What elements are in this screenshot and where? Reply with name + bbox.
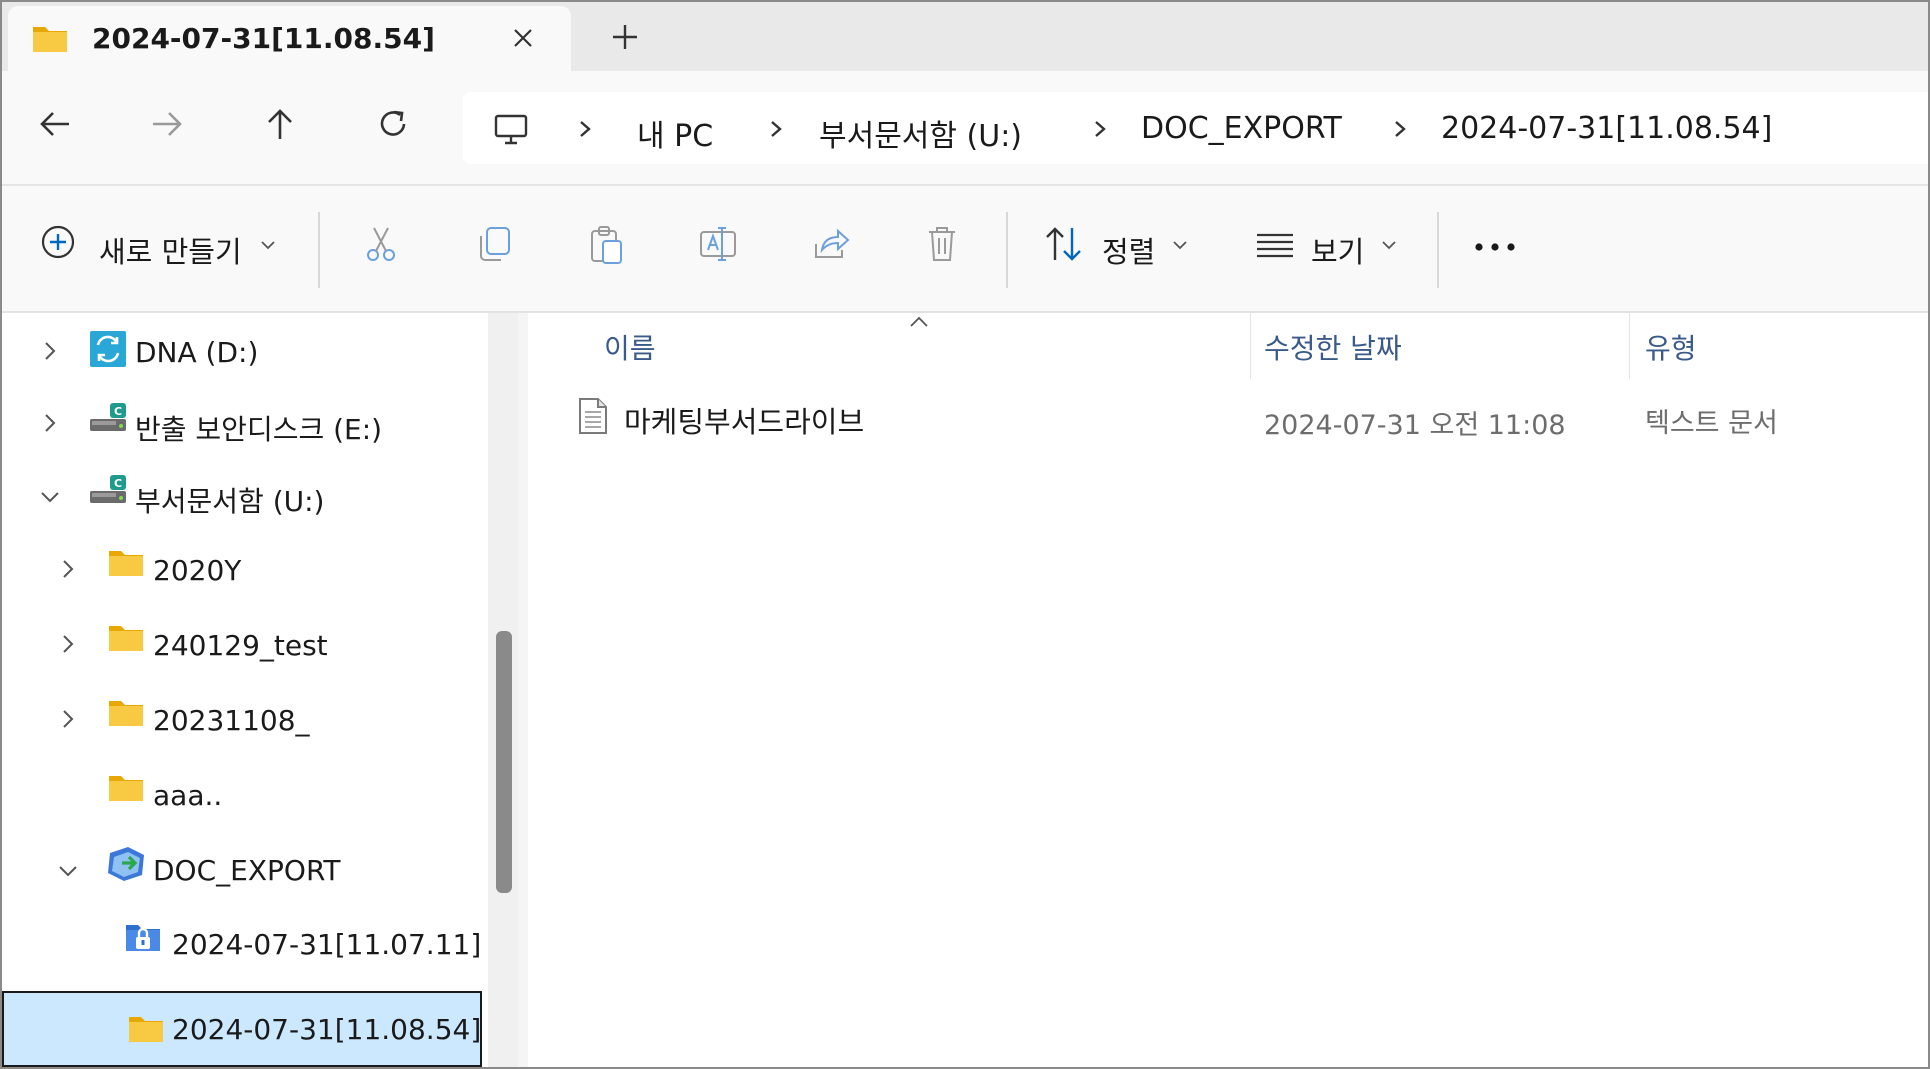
sidebar-item-label: DNA (D:) [135, 336, 259, 369]
toolbar-divider [318, 212, 320, 288]
file-explorer-window: 2024-07-31[11.08.54] 내 PC 부서문서함 (U:) DOC… [0, 0, 1930, 1069]
chevron-down-icon[interactable] [1381, 240, 1397, 250]
column-header-name[interactable]: 이름 [604, 327, 656, 367]
folder-icon [109, 626, 143, 651]
back-arrow-icon[interactable] [35, 104, 75, 144]
sidebar-item-label: 240129_test [153, 629, 328, 662]
sidebar-item-label: 2024-07-31[11.08.54] [172, 1013, 482, 1046]
cut-scissors-icon[interactable] [362, 224, 400, 264]
pane-divider[interactable] [518, 313, 528, 1067]
tab-bar: 2024-07-31[11.08.54] [2, 2, 1928, 71]
locked-folder-icon [126, 925, 160, 951]
tab-current-folder[interactable]: 2024-07-31[11.08.54] [8, 6, 571, 71]
chevron-right-icon[interactable] [60, 557, 76, 581]
sidebar-item-label: 부서문서함 (U:) [135, 485, 325, 518]
chevron-down-icon[interactable] [1172, 240, 1188, 250]
sidebar-scrollbar[interactable] [488, 313, 518, 1067]
new-plus-circle-icon[interactable] [40, 224, 76, 260]
folder-icon [109, 701, 143, 726]
column-divider[interactable] [1250, 313, 1251, 379]
chevron-right-icon[interactable] [573, 114, 597, 144]
copy-icon[interactable] [475, 224, 513, 264]
sidebar-item-label: 반출 보안디스크 (E:) [135, 413, 383, 446]
sort-arrows-icon[interactable] [1043, 224, 1085, 264]
file-name: 마케팅부서드라이브 [624, 405, 865, 439]
file-list: 이름 수정한 날짜 유형 마케팅부서드라이브 2024-07-31 오전 11:… [528, 313, 1928, 1067]
file-type: 텍스트 문서 [1645, 408, 1778, 439]
up-arrow-icon[interactable] [260, 104, 300, 144]
sort-button-label[interactable]: 정렬 [1102, 229, 1155, 271]
navigation-bar: 내 PC 부서문서함 (U:) DOC_EXPORT 2024-07-31[11… [2, 71, 1928, 186]
sidebar-item-doc-export[interactable]: DOC_EXPORT [2, 833, 482, 905]
refresh-icon[interactable] [373, 104, 413, 144]
sidebar-item-department-drive[interactable]: C 부서문서함 (U:) [2, 459, 482, 531]
column-divider[interactable] [1629, 313, 1630, 379]
paste-clipboard-icon[interactable] [587, 224, 625, 266]
sidebar-item-current-folder[interactable]: 2024-07-31[11.08.54] [2, 991, 482, 1067]
column-header-date[interactable]: 수정한 날짜 [1264, 327, 1402, 367]
new-button-label[interactable]: 새로 만들기 [99, 229, 242, 271]
folder-icon [33, 27, 67, 52]
navigation-pane: DNA (D:) C 반출 보안디스크 (E:) C 부서문서함 (U:) 20… [2, 313, 488, 1067]
network-drive-icon: C [90, 403, 126, 431]
breadcrumb-department-drive[interactable]: 부서문서함 (U:) [819, 111, 1022, 155]
breadcrumb-my-pc[interactable]: 내 PC [637, 111, 713, 155]
sidebar-item-label: 20231108_ [153, 704, 310, 737]
computer-icon [494, 114, 528, 145]
scrollbar-thumb[interactable] [496, 631, 512, 893]
chevron-right-icon[interactable] [42, 339, 58, 363]
sidebar-item-label: aaa.. [153, 779, 223, 812]
svg-text:C: C [114, 405, 122, 418]
chevron-right-icon[interactable] [60, 707, 76, 731]
view-lines-icon[interactable] [1255, 232, 1295, 260]
sidebar-item-folder-240129-test[interactable]: 240129_test [2, 608, 482, 680]
breadcrumb-doc-export[interactable]: DOC_EXPORT [1141, 111, 1342, 146]
sidebar-item-folder-aaa[interactable]: aaa.. [2, 758, 482, 830]
sidebar-item-label: DOC_EXPORT [153, 854, 341, 887]
sidebar-item-folder-20231108[interactable]: 20231108_ [2, 683, 482, 755]
forward-arrow-icon[interactable] [147, 104, 187, 144]
breadcrumb-current-folder[interactable]: 2024-07-31[11.08.54] [1441, 111, 1772, 146]
command-bar: 새로 만들기 정렬 보기 [2, 186, 1928, 313]
network-drive-icon: C [90, 475, 126, 503]
sidebar-item-folder-2020y[interactable]: 2020Y [2, 533, 482, 605]
toolbar-divider [1437, 212, 1439, 288]
toolbar-divider [1006, 212, 1008, 288]
chevron-right-icon[interactable] [60, 632, 76, 656]
view-button-label[interactable]: 보기 [1311, 229, 1364, 271]
chevron-right-icon[interactable] [1088, 114, 1112, 144]
sort-ascending-caret-icon [910, 316, 928, 327]
share-icon[interactable] [812, 224, 852, 264]
sidebar-item-secure-disk[interactable]: C 반출 보안디스크 (E:) [2, 387, 482, 459]
folder-icon [109, 776, 143, 801]
chevron-right-icon[interactable] [42, 411, 58, 435]
file-modified-date: 2024-07-31 오전 11:08 [1264, 410, 1566, 441]
close-tab-icon[interactable] [508, 23, 538, 53]
file-row[interactable]: 마케팅부서드라이브 2024-07-31 오전 11:08 텍스트 문서 [528, 391, 1928, 451]
new-tab-icon[interactable] [607, 19, 643, 55]
rename-icon[interactable] [698, 224, 738, 264]
more-options-icon[interactable] [1474, 242, 1516, 252]
chevron-down-icon[interactable] [260, 240, 276, 250]
sidebar-item-folder-locked[interactable]: 2024-07-31[11.07.11] [2, 907, 482, 979]
text-file-icon [579, 398, 607, 434]
address-bar[interactable]: 내 PC 부서문서함 (U:) DOC_EXPORT 2024-07-31[11… [463, 92, 1928, 164]
shared-export-folder-icon [108, 847, 144, 881]
svg-text:C: C [114, 477, 122, 490]
sidebar-item-dna-drive[interactable]: DNA (D:) [2, 315, 482, 387]
chevron-right-icon[interactable] [764, 114, 788, 144]
chevron-down-icon[interactable] [38, 489, 62, 505]
delete-trash-icon[interactable] [923, 224, 961, 264]
chevron-right-icon[interactable] [1388, 114, 1412, 144]
folder-icon [109, 551, 143, 576]
sync-drive-icon [90, 331, 126, 367]
tab-title: 2024-07-31[11.08.54] [92, 22, 435, 55]
chevron-down-icon[interactable] [56, 863, 80, 879]
sidebar-item-label: 2024-07-31[11.07.11] [172, 928, 482, 961]
sidebar-item-label: 2020Y [153, 554, 242, 587]
column-header-type[interactable]: 유형 [1645, 327, 1697, 367]
folder-icon [129, 1017, 163, 1042]
